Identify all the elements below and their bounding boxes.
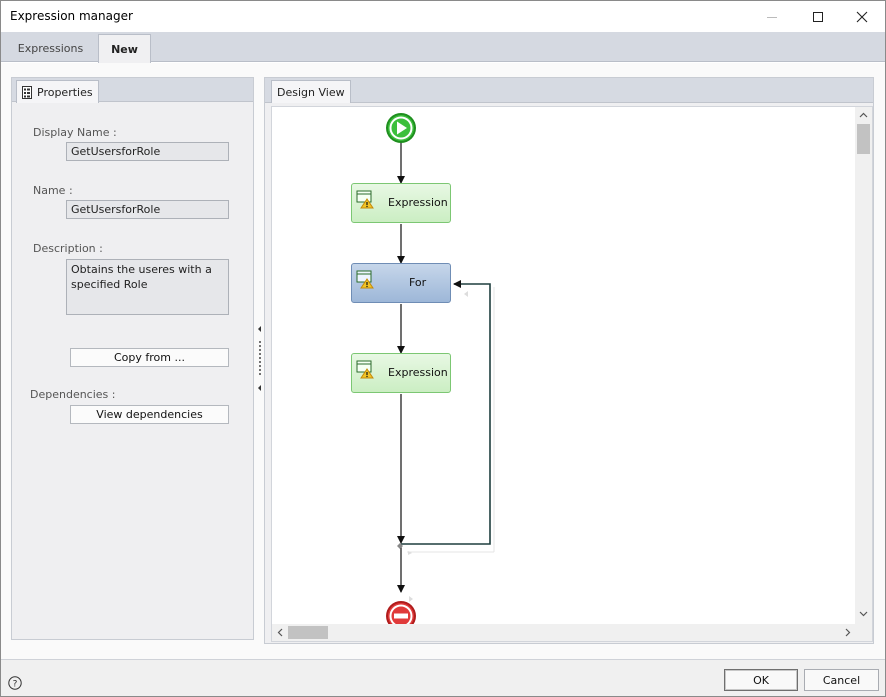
window-title: Expression manager — [10, 9, 133, 23]
scrollbar-corner — [855, 624, 872, 641]
copy-from-button[interactable]: Copy from ... — [70, 348, 229, 367]
close-button[interactable] — [839, 1, 885, 32]
design-view-header: Design View — [265, 78, 873, 103]
ok-button[interactable]: OK — [724, 669, 798, 691]
close-icon — [856, 11, 868, 22]
minimize-button[interactable] — [749, 1, 795, 32]
expression-warning-icon — [356, 360, 374, 379]
scroll-up-icon — [859, 112, 868, 118]
vertical-scroll-thumb — [857, 124, 870, 154]
tab-strip: Expressions New — [1, 32, 885, 63]
properties-panel: Properties Display Name : GetUsersforRol… — [11, 77, 254, 640]
design-view-tab-label: Design View — [277, 85, 345, 99]
maximize-button[interactable] — [795, 1, 841, 32]
splitter-grip-icon — [258, 326, 261, 391]
workflow-canvas[interactable]: Expression For Expression — [271, 106, 873, 642]
tab-new[interactable]: New — [98, 34, 151, 63]
properties-tab-label: Properties — [37, 85, 93, 99]
tab-expressions[interactable]: Expressions — [3, 34, 98, 63]
for-warning-icon — [356, 270, 374, 289]
expression-manager-window: Expression manager Expressions New Prope… — [0, 0, 886, 697]
design-view-panel: Design View Expression For Expression — [264, 77, 874, 644]
scroll-right-icon — [845, 628, 851, 637]
title-bar: Expression manager — [1, 1, 885, 32]
scroll-left-icon — [277, 628, 283, 637]
expression-node-2-label: Expression — [388, 366, 448, 379]
dialog-footer: ? OK Cancel — [1, 659, 885, 696]
minimize-icon — [767, 16, 777, 18]
name-field[interactable]: GetUsersforRole — [66, 200, 229, 219]
display-name-label: Display Name : — [33, 126, 117, 139]
horizontal-scrollbar-graphic — [277, 626, 851, 639]
display-name-field[interactable]: GetUsersforRole — [66, 142, 229, 161]
maximize-icon — [813, 11, 823, 22]
for-node[interactable]: For — [351, 263, 451, 303]
vertical-scrollbar[interactable] — [855, 107, 872, 626]
expression-node-1-label: Expression — [388, 196, 448, 209]
description-field[interactable]: Obtains the useres with a specified Role — [66, 259, 229, 315]
properties-tab[interactable]: Properties — [16, 80, 99, 103]
cancel-button[interactable]: Cancel — [804, 669, 879, 691]
start-icon[interactable] — [384, 111, 418, 145]
dependencies-label: Dependencies : — [30, 388, 116, 401]
tab-new-label: New — [111, 42, 138, 56]
expression-warning-icon — [356, 190, 374, 209]
properties-panel-header: Properties — [12, 78, 253, 103]
panel-splitter[interactable] — [257, 77, 263, 640]
view-dependencies-button[interactable]: View dependencies — [70, 405, 229, 424]
expression-node-1[interactable]: Expression — [351, 183, 451, 223]
horizontal-scroll-thumb — [288, 626, 328, 639]
properties-icon — [22, 85, 32, 99]
design-view-tab[interactable]: Design View — [271, 80, 351, 103]
horizontal-scrollbar[interactable] — [272, 624, 857, 641]
for-node-label: For — [409, 276, 427, 289]
description-label: Description : — [33, 242, 103, 255]
help-icon[interactable]: ? — [8, 676, 22, 690]
svg-text:?: ? — [13, 680, 18, 690]
name-label: Name : — [33, 184, 73, 197]
vertical-scrollbar-graphic — [857, 112, 870, 617]
main-content: Properties Display Name : GetUsersforRol… — [1, 63, 885, 659]
scroll-down-icon — [859, 611, 868, 617]
tab-expressions-label: Expressions — [17, 42, 84, 55]
loop-back-connector — [401, 280, 491, 545]
expression-node-2[interactable]: Expression — [351, 353, 451, 393]
